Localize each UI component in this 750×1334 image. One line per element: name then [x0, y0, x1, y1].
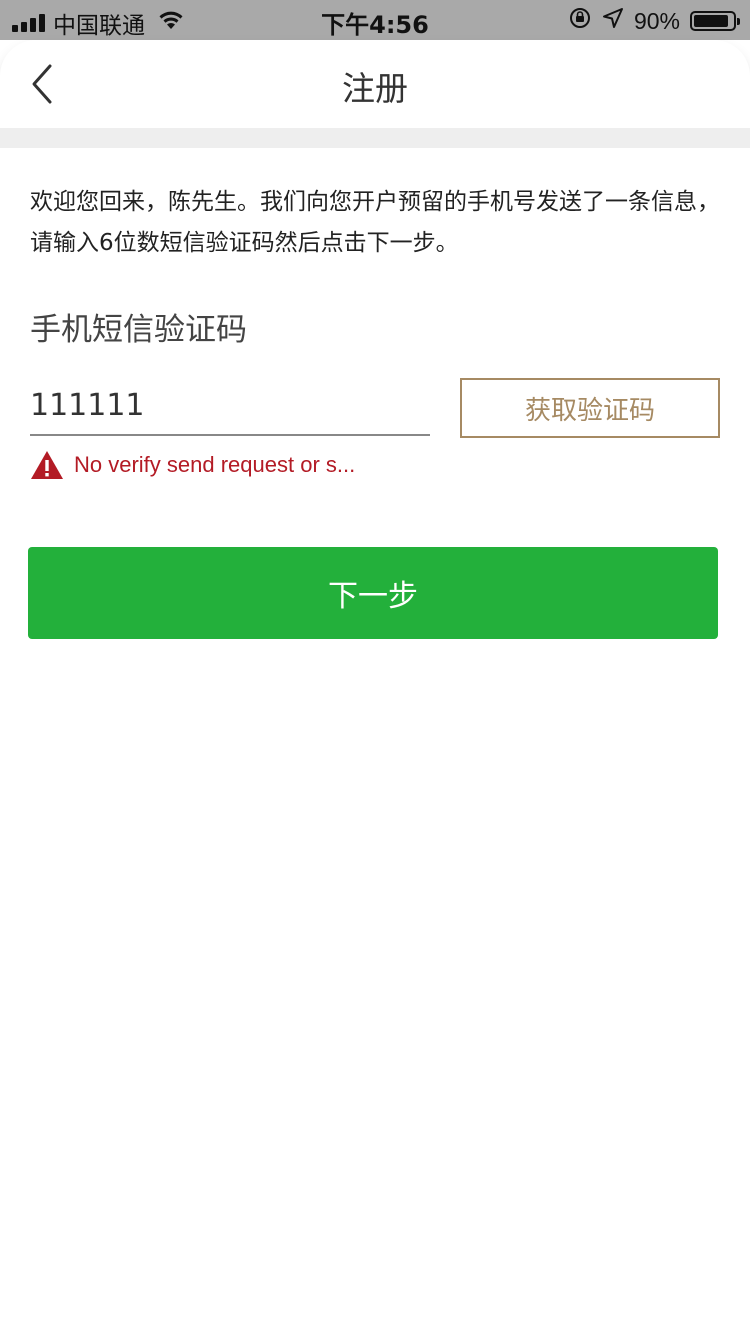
status-bar: 中国联通 下午4:56 90%	[0, 0, 750, 40]
location-icon	[602, 7, 624, 35]
battery-percent: 90%	[633, 7, 680, 34]
get-code-button[interactable]: 获取验证码	[460, 378, 720, 438]
battery-icon	[690, 11, 740, 31]
header-divider	[0, 128, 750, 148]
status-right: 90%	[568, 6, 740, 36]
orientation-lock-icon	[568, 6, 592, 36]
sms-code-label: 手机短信验证码	[30, 312, 247, 348]
next-step-button[interactable]: 下一步	[28, 547, 718, 639]
page-title: 注册	[342, 69, 408, 108]
nav-header: 注册	[0, 40, 750, 128]
warning-icon	[30, 450, 64, 480]
error-message: No verify send request or s...	[30, 450, 355, 480]
battery-level	[694, 15, 729, 27]
intro-message: 欢迎您回来，陈先生。我们向您开户预留的手机号发送了一条信息，请输入6位数短信验证…	[30, 189, 720, 256]
sms-code-input[interactable]	[30, 376, 430, 436]
error-text: No verify send request or s...	[74, 452, 356, 477]
